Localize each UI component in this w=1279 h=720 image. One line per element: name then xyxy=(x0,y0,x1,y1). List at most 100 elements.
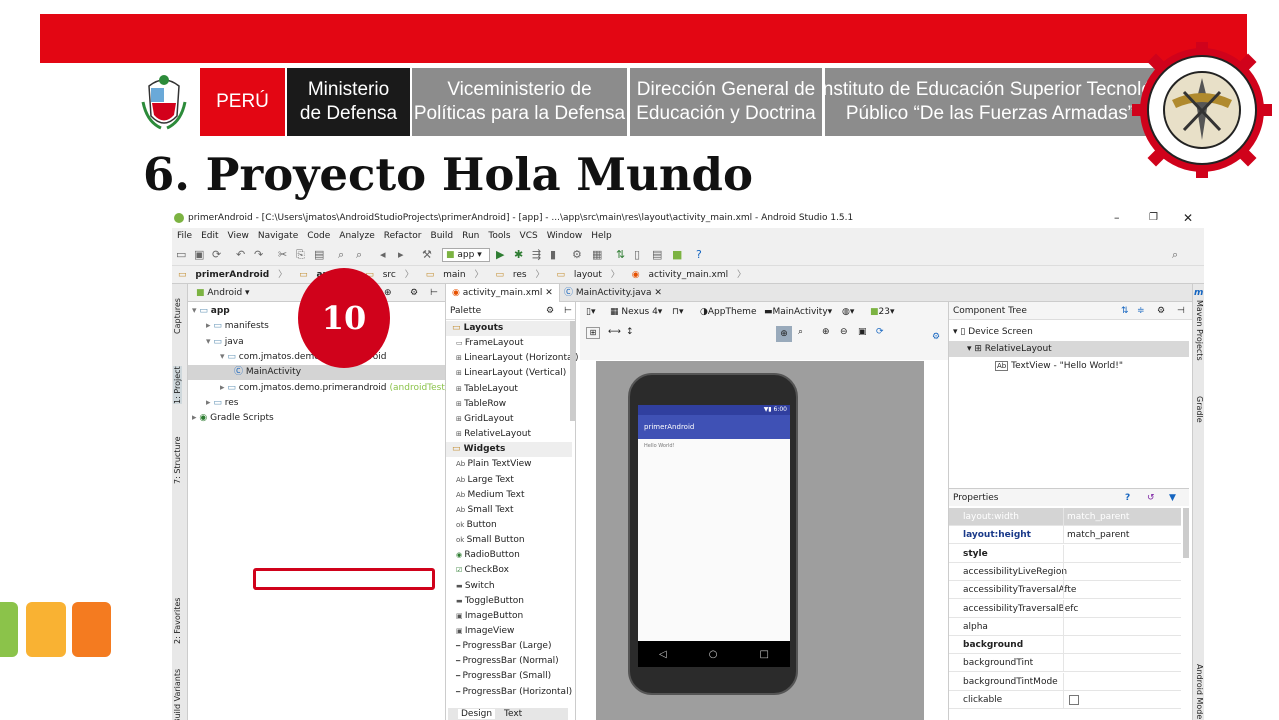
palette-item[interactable]: ☑ CheckBox xyxy=(456,563,509,578)
palette-item[interactable]: ⊞ RelativeLayout xyxy=(456,427,531,442)
breadcrumb-item[interactable]: ▭ main 〉 xyxy=(426,270,490,280)
palette-item[interactable]: ▭ FrameLayout xyxy=(456,336,523,351)
property-value[interactable]: match_parent xyxy=(1067,508,1129,526)
search-everywhere-icon[interactable]: ⌕ xyxy=(1172,249,1184,261)
palette-item[interactable]: ⊞ GridLayout xyxy=(456,412,514,427)
menu-item-edit[interactable]: Edit xyxy=(201,231,218,241)
device-select[interactable]: ▦ Nexus 4▾ xyxy=(610,307,662,317)
palette-hide-icon[interactable]: ⊢ xyxy=(564,302,572,320)
palette-item[interactable]: ok Small Button xyxy=(456,533,525,548)
menu-item-tools[interactable]: Tools xyxy=(488,231,510,241)
nav-home-icon[interactable]: ○ xyxy=(709,649,718,660)
minimize-icon[interactable]: – xyxy=(1114,208,1120,228)
palette-item[interactable]: ▬ ToggleButton xyxy=(456,594,524,609)
property-row[interactable]: accessibilityTraversalBefc xyxy=(949,599,1181,618)
tree-settings-icon[interactable]: ⚙ xyxy=(1157,302,1165,320)
property-value[interactable]: match_parent xyxy=(1067,526,1129,544)
android-device-icon[interactable]: ■ xyxy=(672,249,684,261)
redo-icon[interactable]: ↷ xyxy=(254,249,266,261)
tree-node[interactable]: ▸ ▭ res xyxy=(206,396,239,411)
property-row[interactable]: style xyxy=(949,544,1181,563)
favorites-tab[interactable]: 2: Favorites xyxy=(173,598,182,644)
theme-select[interactable]: ◑AppTheme xyxy=(700,307,757,317)
tab-main-activity-java[interactable]: Ⓒ MainActivity.java ✕ xyxy=(558,284,668,302)
build-variants-tab[interactable]: Build Variants xyxy=(173,669,182,720)
copy-icon[interactable]: ⎘ xyxy=(296,249,308,261)
paste-icon[interactable]: ▤ xyxy=(314,249,326,261)
open-icon[interactable]: ▭ xyxy=(176,249,188,261)
fit-width-icon[interactable]: ⟷ xyxy=(608,327,621,337)
tree-node[interactable]: ▸ ▭ manifests xyxy=(206,319,269,334)
debug-icon[interactable]: ✱ xyxy=(514,249,526,261)
expand-all-icon[interactable]: ⇅ xyxy=(1121,302,1129,320)
menu-item-refactor[interactable]: Refactor xyxy=(384,231,422,241)
property-row[interactable]: accessibilityLiveRegion xyxy=(949,562,1181,581)
property-row[interactable]: accessibilityTraversalAfte xyxy=(949,581,1181,600)
activity-select[interactable]: ▬MainActivity▾ xyxy=(764,307,832,317)
palette-item[interactable]: ▣ ImageButton xyxy=(456,609,523,624)
close-tab-icon[interactable]: ✕ xyxy=(654,288,662,298)
project-structure-icon[interactable]: ⚙ xyxy=(572,249,584,261)
save-icon[interactable]: ▣ xyxy=(194,249,206,261)
project-view-select[interactable]: ■ Android ▾ xyxy=(196,288,250,298)
zoom-in-icon[interactable]: ⊕ xyxy=(822,327,830,337)
menu-item-file[interactable]: File xyxy=(177,231,192,241)
palette-item[interactable]: ⊞ LinearLayout (Vertical) xyxy=(456,366,566,381)
palette-item[interactable]: ━ ProgressBar (Horizontal) xyxy=(456,685,572,700)
find-icon[interactable]: ⌕ xyxy=(338,249,350,261)
sdk-manager-icon[interactable]: ▦ xyxy=(592,249,604,261)
palette-item[interactable]: Ab Small Text xyxy=(456,503,514,518)
tree-node[interactable]: ▸ ◉ Gradle Scripts xyxy=(192,411,274,426)
structure-tab[interactable]: 7: Structure xyxy=(173,436,182,484)
replace-icon[interactable]: ⌕ xyxy=(356,249,368,261)
menu-item-code[interactable]: Code xyxy=(307,231,330,241)
palette-item[interactable]: ▣ ImageView xyxy=(456,624,514,639)
filter-icon[interactable]: ▼ xyxy=(1169,489,1176,507)
cut-icon[interactable]: ✂ xyxy=(278,249,290,261)
hide-icon[interactable]: ⊢ xyxy=(430,284,438,302)
property-row[interactable]: alpha xyxy=(949,617,1181,636)
palette-item[interactable]: Ab Plain TextView xyxy=(456,457,532,472)
menu-item-build[interactable]: Build xyxy=(431,231,454,241)
refresh-icon[interactable]: ⟳ xyxy=(876,327,884,337)
menu-item-window[interactable]: Window xyxy=(547,231,583,241)
palette-item[interactable]: ━ ProgressBar (Small) xyxy=(456,669,551,684)
properties-scrollbar[interactable] xyxy=(1183,508,1189,558)
gradle-sync-icon[interactable]: ⇅ xyxy=(616,249,628,261)
palette-item[interactable]: Ab Large Text xyxy=(456,473,514,488)
tab-text[interactable]: Text xyxy=(504,709,522,719)
render-settings-icon[interactable]: ⚙ xyxy=(932,332,940,342)
orientation-icon[interactable]: ⊓▾ xyxy=(672,307,684,317)
device-frame-icon[interactable]: ▯▾ xyxy=(586,307,595,317)
fit-height-icon[interactable]: ↕ xyxy=(626,327,634,337)
palette-item[interactable]: ◉ RadioButton xyxy=(456,548,520,563)
project-tab[interactable]: 1: Project xyxy=(173,366,182,404)
hello-world-text[interactable]: Hello World! xyxy=(638,439,790,453)
palette-section-widgets[interactable]: ▭ Widgets xyxy=(446,442,572,458)
forward-icon[interactable]: ▸ xyxy=(398,249,410,261)
locale-icon[interactable]: ◍▾ xyxy=(842,307,854,317)
make-icon[interactable]: ⚒ xyxy=(422,249,434,261)
captures-tab[interactable]: Captures xyxy=(173,298,182,334)
close-tab-icon[interactable]: ✕ xyxy=(545,288,553,298)
property-row[interactable]: layout:width match_parent xyxy=(949,508,1181,526)
clickable-checkbox[interactable] xyxy=(1069,695,1079,705)
tree-node[interactable]: ▾ ▭ app xyxy=(192,304,230,319)
sync-icon[interactable]: ⟳ xyxy=(212,249,224,261)
restore-default-icon[interactable]: ↺ xyxy=(1147,489,1155,507)
close-icon[interactable]: ✕ xyxy=(1183,208,1193,228)
menu-item-vcs[interactable]: VCS xyxy=(520,231,538,241)
menu-item-help[interactable]: Help xyxy=(591,231,612,241)
palette-scrollbar[interactable] xyxy=(570,321,575,421)
pan-icon[interactable]: ⊕ xyxy=(776,326,792,342)
preview-icon[interactable]: ⊞ xyxy=(586,327,600,339)
nav-recents-icon[interactable]: □ xyxy=(760,649,769,660)
tree-device-screen[interactable]: ▾ ▯ Device Screen xyxy=(953,324,1033,340)
collapse-all-icon[interactable]: ≑ xyxy=(1137,302,1145,320)
breadcrumb-item[interactable]: ▭ primerAndroid 〉 xyxy=(178,270,293,280)
menu-item-view[interactable]: View xyxy=(228,231,249,241)
zoom-out-icon[interactable]: ⊖ xyxy=(840,327,848,337)
palette-item[interactable]: ━ ProgressBar (Large) xyxy=(456,639,551,654)
breadcrumb-item[interactable]: ▭ layout 〉 xyxy=(556,270,625,280)
android-model-tab[interactable]: Android Model xyxy=(1195,664,1204,720)
